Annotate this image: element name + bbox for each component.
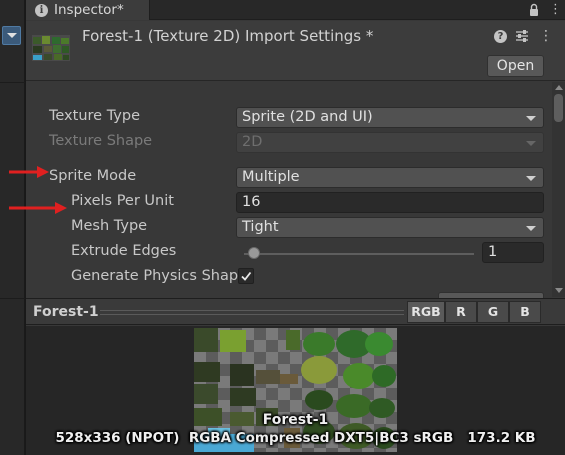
lock-icon[interactable]: [529, 3, 539, 17]
scroll-up-icon[interactable]: [555, 85, 563, 90]
info-icon: i: [35, 3, 48, 17]
import-settings: Texture Type Sprite (2D and UI) Texture …: [26, 82, 552, 300]
tab-inspector[interactable]: i Inspector*: [26, 0, 150, 20]
open-button[interactable]: Open: [487, 55, 544, 77]
chevron-down-icon: [526, 141, 536, 146]
header-menu-kebab-icon[interactable]: ⋮: [539, 28, 553, 44]
pixels-per-unit-field[interactable]: 16: [236, 192, 544, 213]
header-title: Forest-1 (Texture 2D) Import Settings *: [82, 27, 374, 45]
left-dropdown-button[interactable]: [2, 26, 21, 45]
extrude-edges-value: 1: [488, 244, 498, 260]
chevron-down-icon: [526, 116, 536, 121]
presets-icon[interactable]: [515, 29, 529, 43]
texture-type-dropdown[interactable]: Sprite (2D and UI): [236, 107, 544, 128]
left-panel-strip: [0, 0, 25, 455]
texture-type-label: Texture Type: [49, 108, 140, 124]
mesh-type-value: Tight: [242, 219, 279, 235]
extrude-edges-slider-thumb[interactable]: [247, 247, 260, 259]
extrude-edges-slider[interactable]: [244, 253, 474, 255]
extrude-edges-field[interactable]: 1: [482, 242, 544, 263]
channel-b-button[interactable]: B: [509, 301, 541, 323]
mesh-type-dropdown[interactable]: Tight: [236, 217, 544, 238]
mesh-type-label: Mesh Type: [71, 218, 148, 234]
preview-drag-handle[interactable]: [100, 310, 404, 315]
texture-name-label: Forest-1: [262, 412, 329, 428]
generate-physics-shape-checkbox[interactable]: [238, 268, 254, 284]
texture-info-label: 528x336 (NPOT) RGBA Compressed DXT5|BC3 …: [55, 430, 536, 446]
help-icon[interactable]: ?: [494, 30, 507, 43]
channel-r-button[interactable]: R: [445, 301, 477, 323]
divider: [0, 298, 25, 299]
inspector-panel: i Inspector* ⋮ Forest-1 (Texture 2D) Imp…: [9, 0, 565, 455]
sprite-mode-value: Multiple: [242, 169, 300, 185]
sprite-mode-dropdown[interactable]: Multiple: [236, 167, 544, 188]
extrude-edges-label: Extrude Edges: [71, 243, 177, 259]
texture-shape-dropdown: 2D: [236, 132, 544, 153]
chevron-down-icon: [526, 226, 536, 231]
annotation-arrow-pixels-per-unit: [9, 202, 67, 214]
preview-title: Forest-1: [33, 304, 99, 320]
channel-g-button[interactable]: G: [477, 301, 509, 323]
tab-menu-kebab-icon[interactable]: ⋮: [549, 3, 562, 17]
chevron-down-icon: [526, 176, 536, 181]
pixels-per-unit-value: 16: [242, 194, 261, 210]
asset-header: Forest-1 (Texture 2D) Import Settings * …: [26, 21, 565, 81]
preview-header: Forest-1 RGB R G B: [26, 298, 565, 325]
channel-rgb-button[interactable]: RGB: [407, 301, 445, 323]
annotation-arrow-sprite-mode: [9, 166, 49, 178]
checkmark-icon: [241, 271, 252, 281]
texture-thumbnail: [32, 35, 70, 61]
tab-inspector-label: Inspector*: [54, 2, 124, 18]
texture-shape-label: Texture Shape: [49, 133, 153, 149]
scrollbar-thumb[interactable]: [554, 94, 563, 122]
sprite-mode-label: Sprite Mode: [49, 168, 137, 184]
pixels-per-unit-label: Pixels Per Unit: [71, 193, 174, 209]
generate-physics-shape-label: Generate Physics Shap: [71, 268, 239, 284]
texture-preview: Forest-1 528x336 (NPOT) RGBA Compressed …: [26, 326, 565, 455]
tab-bar: i Inspector* ⋮: [26, 0, 565, 20]
scroll-down-icon[interactable]: [555, 288, 563, 293]
texture-type-value: Sprite (2D and UI): [242, 109, 373, 125]
texture-shape-value: 2D: [242, 134, 263, 150]
vertical-scrollbar[interactable]: [552, 82, 565, 297]
divider: [0, 82, 25, 83]
